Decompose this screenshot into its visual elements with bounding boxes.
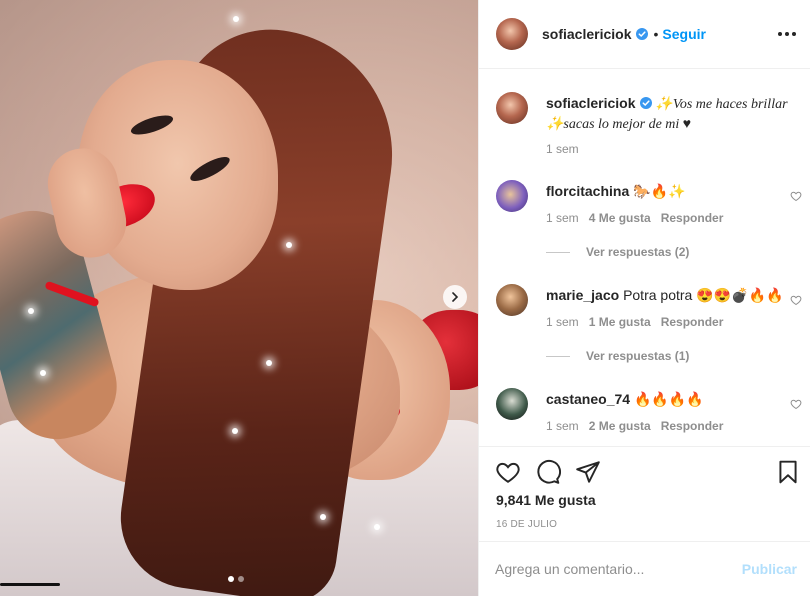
view-replies-button[interactable]: Ver respuestas (2) [546,245,689,259]
comment-meta: 1 sem 1 Me gusta Responder [546,315,723,329]
bookmark-icon[interactable] [775,459,801,485]
comment-time[interactable]: 1 sem [546,211,579,225]
comment-meta: 1 sem 2 Me gusta Responder [546,419,723,433]
follow-button[interactable]: Seguir [662,26,706,42]
view-replies-button[interactable]: Ver respuestas (1) [546,349,689,363]
comment-username[interactable]: marie_jaco [546,287,619,303]
chevron-right-icon [452,292,459,302]
comment-like-heart-icon[interactable] [790,294,802,306]
author-avatar[interactable] [496,18,528,50]
view-replies-label: Ver respuestas (2) [586,245,690,259]
comment-text: 🐎🔥✨ [633,183,686,199]
comment-body: castaneo_74 🔥🔥🔥🔥 [546,390,796,408]
comment-reply-button[interactable]: Responder [661,315,724,329]
caption-time[interactable]: 1 sem [546,142,579,156]
like-count[interactable]: 9,841 Me gusta [496,492,596,508]
more-options-icon[interactable] [777,24,797,44]
post-sidebar: sofiaclericiok • Seguir sofiaclericiok ✨… [478,0,810,596]
comment-likes[interactable]: 2 Me gusta [589,419,651,433]
photo-sparkle [40,370,46,376]
comment-meta: 1 sem 4 Me gusta Responder [546,211,723,225]
header-separator: • [653,26,659,42]
comment-text: 🔥🔥🔥🔥 [633,391,704,407]
comment-like-heart-icon[interactable] [790,190,802,202]
photo-ink-mark [0,583,60,586]
comment-composer: Publicar [479,541,810,596]
comment-username[interactable]: castaneo_74 [546,391,630,407]
publish-button[interactable]: Publicar [742,561,797,577]
commenter-avatar[interactable] [496,284,528,316]
verified-badge-icon [639,97,652,109]
author-avatar[interactable] [496,92,528,124]
commenter-avatar[interactable] [496,388,528,420]
comment-body: marie_jaco Potra potra 😍😍💣🔥🔥 [546,286,796,304]
photo-sparkle [232,428,238,434]
comment-time[interactable]: 1 sem [546,315,579,329]
comment-icon[interactable] [535,459,561,485]
photo-sparkle [286,242,292,248]
photo-sparkle [266,360,272,366]
carousel-next-button[interactable] [443,285,467,309]
post-header: sofiaclericiok • Seguir [479,0,810,69]
carousel-indicator [228,576,244,582]
comments-list[interactable]: sofiaclericiok ✨Vos me haces brillar ✨sa… [479,70,810,446]
comment-username[interactable]: florcitachina [546,183,629,199]
caption-username[interactable]: sofiaclericiok [546,95,636,111]
carousel-dot [238,576,244,582]
caption-meta: 1 sem [546,142,579,156]
heart-icon[interactable] [495,459,521,485]
post-date[interactable]: 16 DE JULIO [496,519,557,530]
post-actions: 9,841 Me gusta 16 DE JULIO [479,446,810,541]
photo-sparkle [374,524,380,530]
photo-sparkle [320,514,326,520]
comment-body: florcitachina 🐎🔥✨ [546,182,796,200]
photo-sparkle [28,308,34,314]
verified-badge-icon [635,28,648,40]
comment-reply-button[interactable]: Responder [661,419,724,433]
caption-body: sofiaclericiok ✨Vos me haces brillar ✨sa… [546,94,796,134]
photo-sparkle [233,16,239,22]
comment-likes[interactable]: 1 Me gusta [589,315,651,329]
comment-likes[interactable]: 4 Me gusta [589,211,651,225]
carousel-dot-active [228,576,234,582]
comment-text: Potra potra 😍😍💣🔥🔥 [623,287,784,303]
comment-like-heart-icon[interactable] [790,398,802,410]
replies-line [546,355,570,357]
replies-line [546,251,570,253]
comment-time[interactable]: 1 sem [546,419,579,433]
author-username[interactable]: sofiaclericiok [542,26,632,42]
share-icon[interactable] [575,459,601,485]
post-photo[interactable] [0,0,478,596]
commenter-avatar[interactable] [496,180,528,212]
comment-reply-button[interactable]: Responder [661,211,724,225]
view-replies-label: Ver respuestas (1) [586,349,690,363]
comment-input[interactable] [495,561,725,577]
